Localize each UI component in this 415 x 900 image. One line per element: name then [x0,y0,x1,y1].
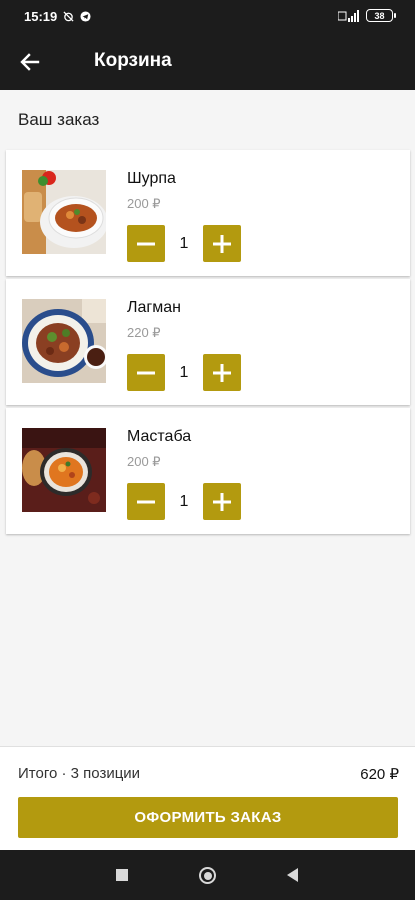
plus-icon [213,492,231,511]
order-summary-bar: Итого · 3 позиции 620 ₽ ОФОРМИТЬ ЗАКАЗ [0,746,415,850]
minus-icon [137,371,155,374]
checkout-button[interactable]: ОФОРМИТЬ ЗАКАЗ [18,797,398,838]
decrease-button[interactable] [127,225,165,262]
telegram-icon [80,11,91,22]
item-price: 200 ₽ [127,454,161,469]
item-name: Шурпа [127,170,176,187]
cart-list: Шурпа 200 ₽ 1 Лагман 220 ₽ 1 Мастаба 200… [6,150,410,537]
minus-icon [137,500,155,503]
plus-icon [213,234,231,253]
minus-icon [137,242,155,245]
item-price: 200 ₽ [127,196,161,211]
quantity-stepper: 1 [127,483,241,520]
cart-item: Шурпа 200 ₽ 1 [6,150,410,276]
quantity-value: 1 [179,234,189,252]
battery-level: 38 [374,10,385,21]
section-title: Ваш заказ [18,110,100,129]
page-title: Корзина [94,50,172,71]
increase-button[interactable] [203,225,241,262]
total-value: 620 ₽ [360,766,399,783]
system-nav-bar [0,850,415,900]
cart-item: Мастаба 200 ₽ 1 [6,408,410,534]
decrease-button[interactable] [127,483,165,520]
dish-image-mastaba [22,428,106,512]
alarm-off-icon [63,11,74,22]
item-name: Мастаба [127,428,192,445]
status-bar: 15:19 38 [0,0,415,34]
status-time: 15:19 [24,9,58,24]
app-bar: Корзина [0,34,415,90]
item-name: Лагман [127,299,181,316]
total-label: Итого · 3 позиции [18,765,141,782]
battery-icon: 38 [366,9,396,22]
quantity-value: 1 [179,492,189,510]
signal-icon [338,9,359,22]
back-button[interactable] [14,46,46,78]
increase-button[interactable] [203,483,241,520]
arrow-left-icon [20,53,40,71]
back-triangle-icon[interactable] [287,868,298,882]
dish-image-shurpa [22,170,106,254]
quantity-value: 1 [179,363,189,381]
dish-image-lagman [22,299,106,383]
cart-item: Лагман 220 ₽ 1 [6,279,410,405]
recents-icon[interactable] [116,869,128,881]
item-price: 220 ₽ [127,325,161,340]
quantity-stepper: 1 [127,354,241,391]
quantity-stepper: 1 [127,225,241,262]
home-icon[interactable] [199,867,216,884]
decrease-button[interactable] [127,354,165,391]
plus-icon [213,363,231,382]
increase-button[interactable] [203,354,241,391]
